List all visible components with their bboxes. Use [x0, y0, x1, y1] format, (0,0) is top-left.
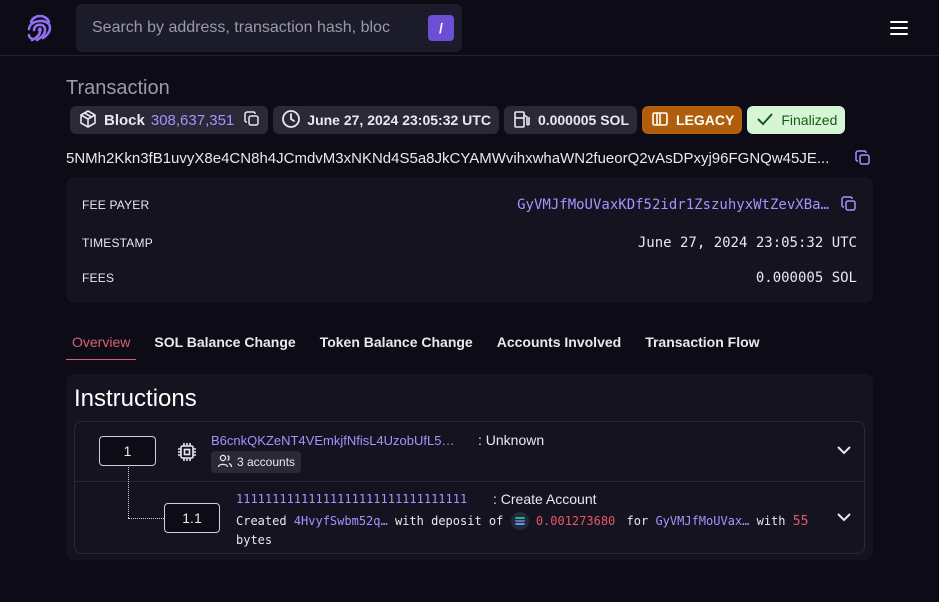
block-number-link[interactable]: 308,637,351	[151, 112, 234, 129]
transaction-badges: Block 308,637,351 June 27, 2024 23:05:32…	[70, 106, 846, 134]
timestamp-value: June 27, 2024 23:05:32 UTC	[637, 235, 857, 251]
fee-badge: 0.000005 SOL	[503, 106, 637, 134]
created-account-link[interactable]: 4HvyfSwbm52q…	[294, 514, 388, 528]
instructions-title: Instructions	[74, 385, 197, 412]
status-badge: Finalized	[747, 106, 846, 134]
legacy-icon	[650, 109, 670, 132]
transaction-details-card: FEE PAYER GyVMJfMoUVaxKDf52idr1ZszuhyxWt…	[66, 177, 873, 303]
timestamp-badge: June 27, 2024 23:05:32 UTC	[273, 106, 499, 134]
desc-text: for	[626, 514, 649, 528]
clock-icon	[281, 109, 301, 132]
search-input[interactable]	[92, 16, 392, 40]
fees-value: 0.000005 SOL	[755, 270, 857, 286]
instruction-type: : Unknown	[478, 432, 545, 448]
top-header: /	[0, 0, 939, 56]
search-shortcut-label: /	[439, 20, 443, 36]
fee-payer-row: FEE PAYER GyVMJfMoUVaxKDf52idr1ZszuhyxWt…	[82, 195, 857, 215]
transaction-signature: 5NMh2Kkn3fB1uvyX8e4CN8h4JCmdvM3xNKNd4S5a…	[66, 150, 830, 167]
block-badge: Block 308,637,351	[70, 106, 269, 134]
instruction-program-link[interactable]: B6cnkQKZeNT4VEmkjfNfisL4UzobUfL5…	[211, 433, 454, 448]
fee-payer-link[interactable]: GyVMJfMoUVaxKDf52idr1ZszuhyxWtZevXBa…	[517, 197, 829, 213]
tab-accounts-involved[interactable]: Accounts Involved	[491, 326, 627, 360]
tab-overview[interactable]: Overview	[66, 326, 137, 360]
check-icon	[755, 109, 775, 132]
fuel-pump-icon	[512, 109, 532, 132]
desc-text: bytes	[236, 533, 273, 547]
timestamp-row: TIMESTAMP June 27, 2024 23:05:32 UTC	[82, 233, 857, 253]
page-title: Transaction	[66, 77, 170, 99]
fee-text: 0.000005 SOL	[537, 112, 629, 128]
search-bar[interactable]: /	[76, 4, 462, 52]
fee-payer-label: FEE PAYER	[82, 198, 150, 212]
instructions-card: Instructions 1 B6cnkQKZeNT4VEmkjfNfisL4U…	[66, 374, 873, 560]
tree-connector	[128, 465, 129, 518]
search-shortcut-button[interactable]: /	[428, 15, 454, 41]
accounts-count-text: 3 accounts	[237, 455, 296, 469]
cpu-chip-icon	[176, 441, 198, 466]
fees-row: FEES 0.000005 SOL	[82, 268, 857, 288]
copy-icon[interactable]	[855, 150, 871, 169]
hamburger-menu-icon[interactable]	[888, 19, 910, 37]
status-text: Finalized	[781, 112, 838, 128]
desc-text: with deposit of	[394, 514, 504, 528]
tab-sol-balance-change[interactable]: SOL Balance Change	[148, 326, 301, 360]
cube-icon	[78, 109, 98, 132]
solana-logo-icon[interactable]	[26, 9, 54, 47]
inner-instruction-program-link[interactable]: 11111111111111111111111111111111	[236, 492, 467, 506]
copy-icon[interactable]	[244, 110, 260, 130]
version-text: LEGACY	[676, 112, 735, 128]
desc-text: with	[756, 514, 786, 528]
copy-icon[interactable]	[841, 195, 857, 215]
block-label: Block	[104, 111, 145, 129]
deposit-amount: 0.001273680	[535, 514, 616, 528]
payer-account-link[interactable]: GyVMJfMoUVax…	[655, 514, 749, 528]
instruction-index: 1	[99, 436, 156, 466]
transaction-tabs: Overview SOL Balance Change Token Balanc…	[66, 326, 778, 360]
timestamp-label: TIMESTAMP	[82, 236, 153, 250]
bytes-count: 55	[792, 514, 809, 529]
chevron-down-icon[interactable]	[835, 508, 853, 526]
instruction-divider	[75, 481, 864, 482]
solana-token-icon	[510, 511, 529, 530]
inner-instruction-index: 1.1	[164, 503, 220, 533]
fees-label: FEES	[82, 271, 115, 285]
timestamp-text: June 27, 2024 23:05:32 UTC	[307, 112, 491, 128]
accounts-count-badge[interactable]: 3 accounts	[211, 451, 302, 473]
version-badge: LEGACY	[642, 106, 743, 134]
tab-transaction-flow[interactable]: Transaction Flow	[639, 326, 765, 360]
tab-token-balance-change[interactable]: Token Balance Change	[314, 326, 479, 360]
desc-text: Created	[236, 514, 287, 528]
inner-instruction-type: : Create Account	[493, 491, 597, 507]
users-icon	[217, 453, 233, 472]
instruction-list: 1 B6cnkQKZeNT4VEmkjfNfisL4UzobUfL5… : Un…	[74, 421, 865, 554]
tree-connector	[128, 518, 164, 519]
inner-instruction-description: Created 4HvyfSwbm52q… with deposit of 0.…	[236, 511, 816, 549]
chevron-down-icon[interactable]	[835, 441, 853, 459]
